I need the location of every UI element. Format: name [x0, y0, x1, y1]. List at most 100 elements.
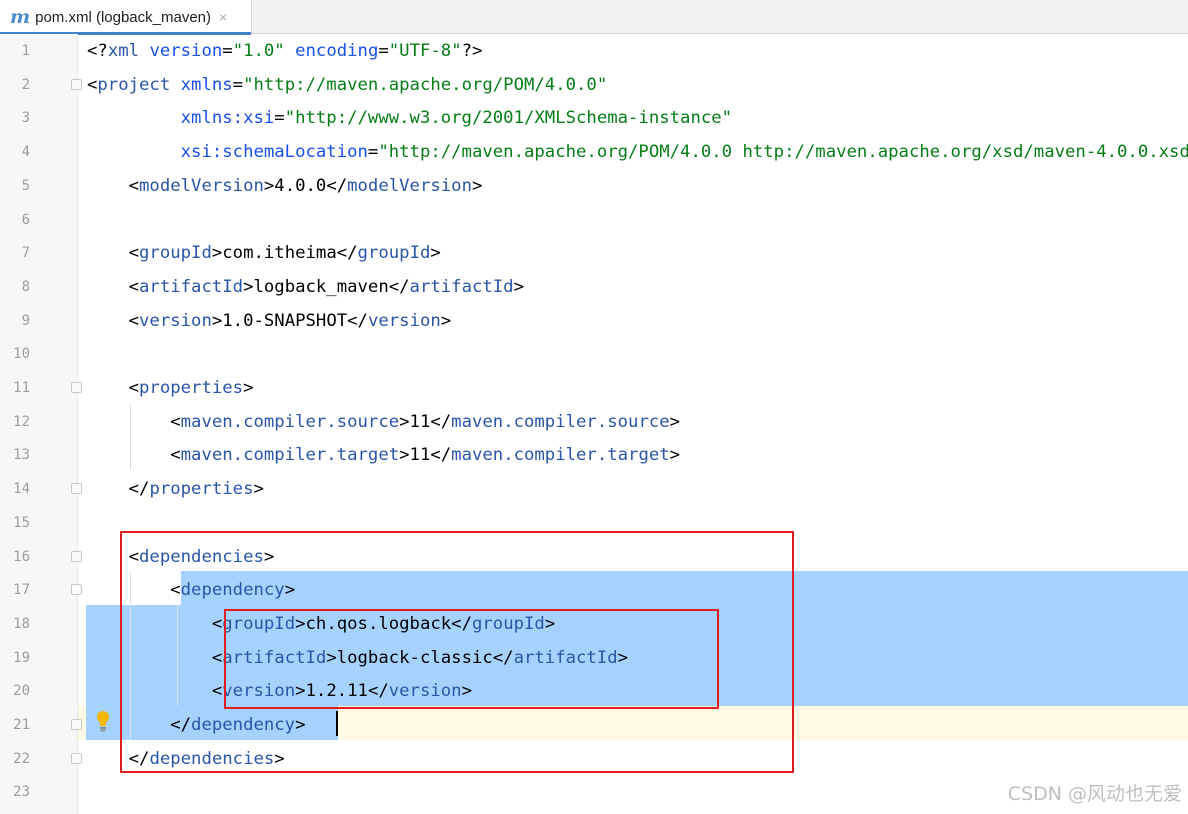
fold-marker-icon[interactable] — [71, 584, 82, 595]
code-line[interactable]: <?xml version="1.0" encoding="UTF-8"?> — [87, 34, 482, 68]
code-token: >11</ — [399, 412, 452, 432]
code-token: < — [87, 75, 98, 95]
code-token: = — [378, 41, 389, 61]
code-line[interactable]: <version>1.0-SNAPSHOT</version> — [87, 304, 452, 338]
code-token: > — [513, 277, 524, 297]
tab-title: pom.xml (logback_maven) — [35, 8, 212, 26]
code-token: = — [232, 75, 244, 95]
code-token: > — [669, 445, 681, 465]
line-number: 7 — [21, 245, 30, 261]
line-number-gutter[interactable]: 1 2 3 4 5 6 7 8 9 10 11 12 13 14 15 16 17 18 19 20 21 22 23 — [0, 34, 78, 814]
code-token: maven.compiler.target — [180, 445, 400, 465]
code-line[interactable]: <properties> — [87, 371, 254, 405]
editor-tab-bar: m pom.xml (logback_maven) × — [0, 0, 1188, 35]
fold-marker-icon[interactable] — [71, 483, 82, 494]
code-token: version — [139, 311, 212, 331]
line-number: 4 — [21, 144, 30, 160]
code-token: < — [87, 445, 181, 465]
line-number: 18 — [13, 616, 30, 632]
code-token: > — [440, 311, 452, 331]
code-token: >11</ — [399, 445, 452, 465]
code-token: < — [87, 311, 140, 331]
line-number: 3 — [21, 110, 30, 126]
code-token: maven.compiler.source — [451, 412, 670, 432]
code-token: < — [87, 176, 140, 196]
code-token: >4.0.0</ — [263, 176, 348, 196]
line-number: 22 — [13, 751, 30, 767]
code-line[interactable]: <artifactId>logback_maven</artifactId> — [87, 270, 524, 304]
code-token: version — [367, 311, 441, 331]
fold-marker-icon[interactable] — [71, 382, 82, 393]
code-token: ?> — [461, 41, 483, 61]
line-number: 10 — [13, 346, 30, 362]
fold-marker-icon[interactable] — [71, 753, 82, 764]
code-token: </ — [87, 479, 150, 499]
code-token: artifactId — [409, 277, 514, 297]
code-token: = — [274, 108, 285, 128]
line-number: 13 — [13, 447, 30, 463]
code-token: xmlns:xsi — [180, 108, 275, 128]
line-number: 23 — [13, 784, 30, 800]
code-token: xmlns — [180, 75, 233, 95]
code-token: encoding — [295, 41, 379, 61]
code-line[interactable]: xmlns:xsi="http://www.w3.org/2001/XMLSch… — [87, 101, 732, 135]
line-number: 11 — [13, 380, 30, 396]
code-token: < — [87, 243, 140, 263]
code-token: project — [97, 75, 181, 95]
code-token: artifactId — [139, 277, 244, 297]
code-token: modelVersion — [139, 176, 264, 196]
code-token: groupId — [139, 243, 212, 263]
code-token: > — [669, 412, 681, 432]
line-number: 20 — [13, 683, 30, 699]
code-token: <? — [87, 41, 108, 61]
code-token: >logback_maven</ — [243, 277, 410, 297]
line-number: 17 — [13, 582, 30, 598]
code-token: xsi:schemaLocation — [180, 142, 368, 162]
code-line[interactable]: <modelVersion>4.0.0</modelVersion> — [87, 169, 483, 203]
code-token: "http://maven.apache.org/POM/4.0.0" — [243, 75, 608, 95]
dependency-coordinates-highlight-box — [224, 609, 719, 709]
code-token: properties — [139, 378, 244, 398]
fold-marker-icon[interactable] — [71, 551, 82, 562]
watermark: CSDN @风动也无爱 — [1007, 783, 1182, 805]
fold-marker-icon[interactable] — [71, 719, 82, 730]
code-line[interactable]: <groupId>com.itheima</groupId> — [87, 236, 441, 270]
line-number: 9 — [21, 313, 30, 329]
code-token: > — [243, 378, 254, 398]
code-token: "http://maven.apache.org/POM/4.0.0 http:… — [378, 142, 1188, 162]
code-token: < — [87, 277, 140, 297]
line-number: 12 — [13, 414, 30, 430]
code-line[interactable]: </properties> — [87, 472, 264, 506]
code-token: = — [222, 41, 233, 61]
code-line[interactable]: xsi:schemaLocation="http://maven.apache.… — [87, 135, 1188, 169]
code-token: modelVersion — [347, 176, 472, 196]
code-token: "UTF-8" — [388, 41, 462, 61]
code-token: < — [87, 412, 181, 432]
code-token: xml — [107, 41, 150, 61]
line-number: 1 — [21, 43, 30, 59]
code-line[interactable]: <project xmlns="http://maven.apache.org/… — [87, 68, 607, 102]
lightbulb-icon[interactable] — [95, 710, 111, 732]
line-number: 21 — [13, 717, 30, 733]
maven-icon: m — [10, 6, 31, 28]
code-line[interactable]: <maven.compiler.target>11</maven.compile… — [87, 438, 680, 472]
tab-pom-xml[interactable]: m pom.xml (logback_maven) × — [0, 0, 252, 35]
close-icon[interactable]: × — [219, 9, 227, 25]
code-token: properties — [149, 479, 254, 499]
code-token: > — [430, 243, 441, 263]
line-number: 14 — [13, 481, 30, 497]
code-token: version — [149, 41, 223, 61]
code-token: >com.itheima</ — [211, 243, 358, 263]
line-number: 6 — [21, 212, 30, 228]
code-token: "http://www.w3.org/2001/XMLSchema-instan… — [284, 108, 733, 128]
code-line[interactable]: <maven.compiler.source>11</maven.compile… — [87, 405, 680, 439]
code-token: >1.0-SNAPSHOT</ — [211, 311, 368, 331]
code-token: > — [253, 479, 264, 499]
code-token: = — [367, 142, 379, 162]
line-number: 16 — [13, 549, 30, 565]
code-token: < — [87, 378, 140, 398]
fold-marker-icon[interactable] — [71, 79, 82, 90]
line-number: 15 — [13, 515, 30, 531]
